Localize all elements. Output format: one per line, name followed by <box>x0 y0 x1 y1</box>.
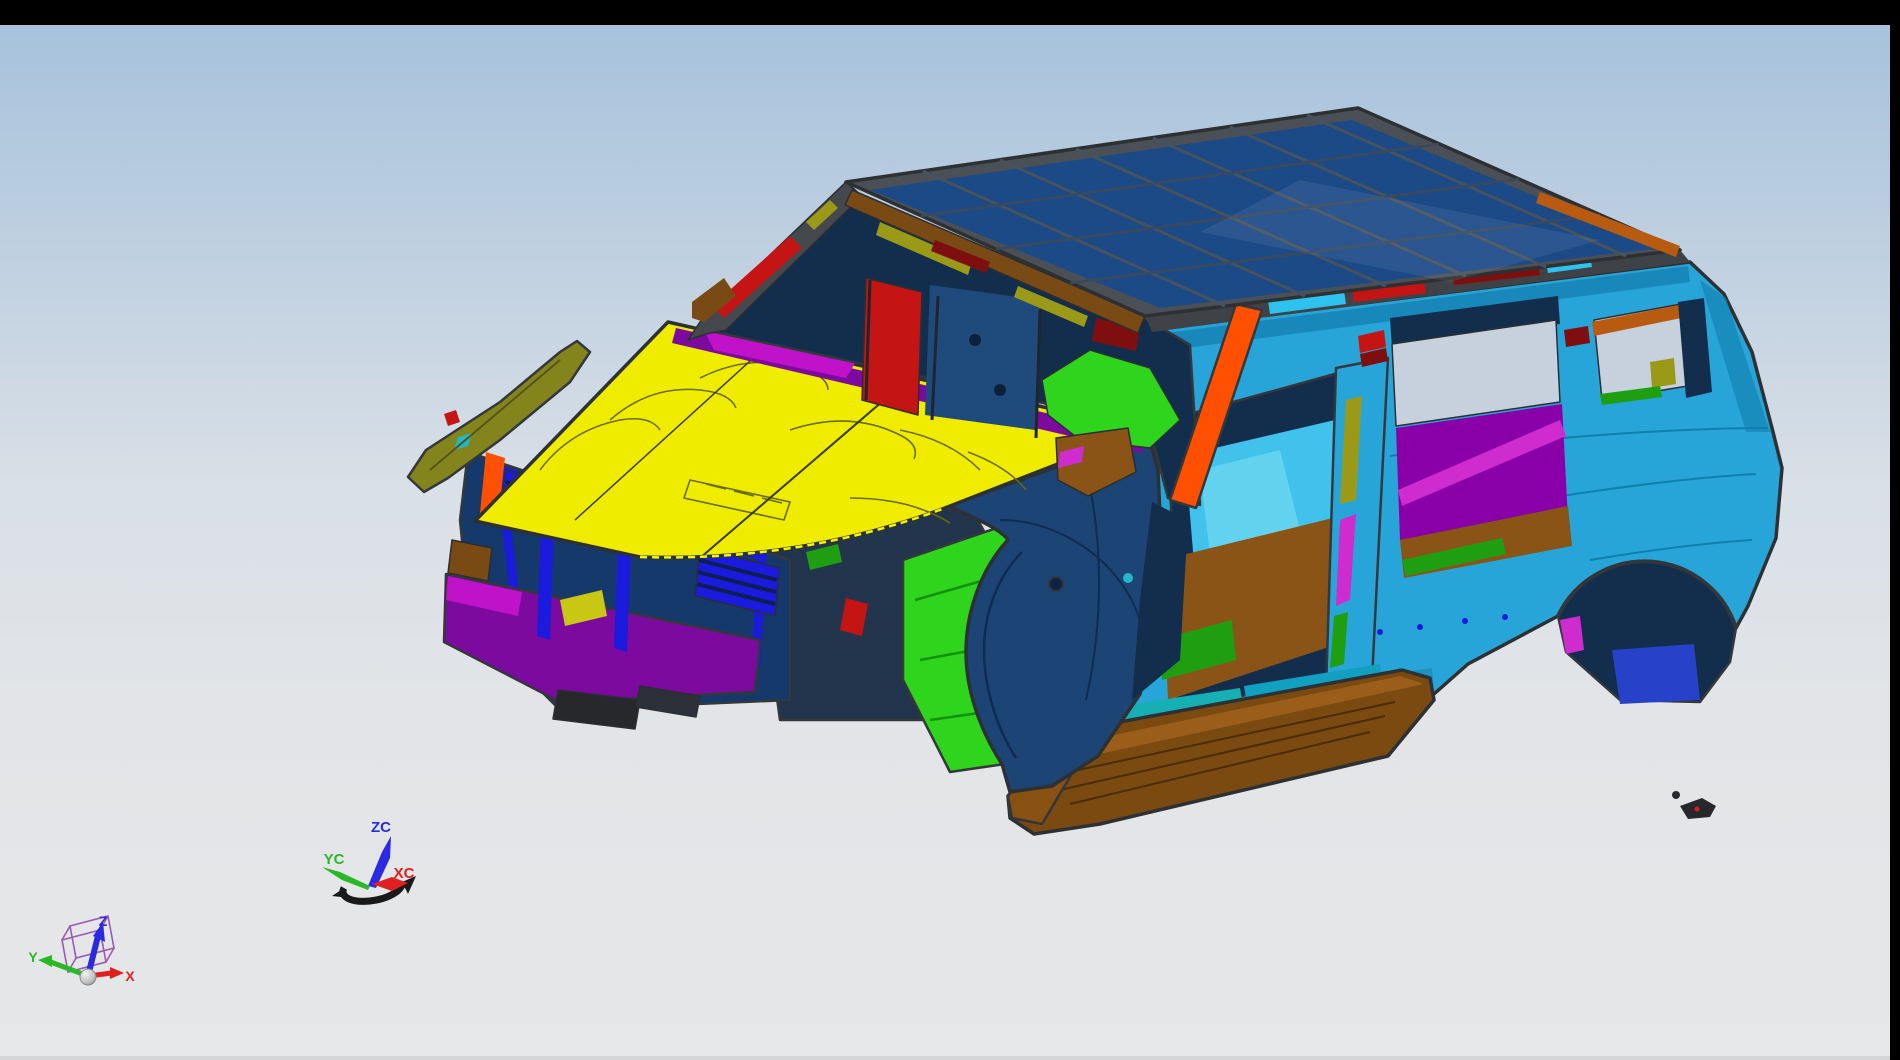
cad-viewport[interactable]: ZC YC XC Z Y X <box>0 0 1890 1060</box>
dash-red-brace[interactable] <box>862 278 922 415</box>
fender-hole <box>1049 577 1063 591</box>
small-part-red-speck <box>1695 807 1700 812</box>
window-top-bar <box>0 0 1900 25</box>
rear-arch-blue-block[interactable] <box>1612 644 1700 704</box>
cad-window: { "window": { "top_bar_color": "#000000"… <box>0 0 1900 1060</box>
weld-dot <box>1462 618 1468 624</box>
dash-panel <box>925 285 1040 430</box>
datum-x-label: X <box>125 968 135 984</box>
datum-y-label: Y <box>28 949 38 965</box>
quarter-olive-block <box>1650 358 1676 388</box>
weld-dot <box>1377 629 1383 635</box>
dash-hole <box>969 334 981 346</box>
weld-dot <box>1502 614 1508 620</box>
viewport-bottom-edge <box>0 1056 1890 1060</box>
wcs-z-label: ZC <box>371 819 391 836</box>
weld-dot <box>1417 624 1423 630</box>
datum-origin-sphere[interactable] <box>80 969 96 985</box>
window-right-bar <box>1890 0 1900 1060</box>
wcs-x-label: XC <box>394 865 415 882</box>
rear-door-opening[interactable] <box>1390 296 1572 578</box>
small-part-dot <box>1672 791 1680 799</box>
datum-z-label: Z <box>99 913 108 929</box>
dash-hole <box>994 384 1006 396</box>
wcs-y-label: YC <box>324 851 345 868</box>
fender-teal-dot <box>1123 573 1133 583</box>
